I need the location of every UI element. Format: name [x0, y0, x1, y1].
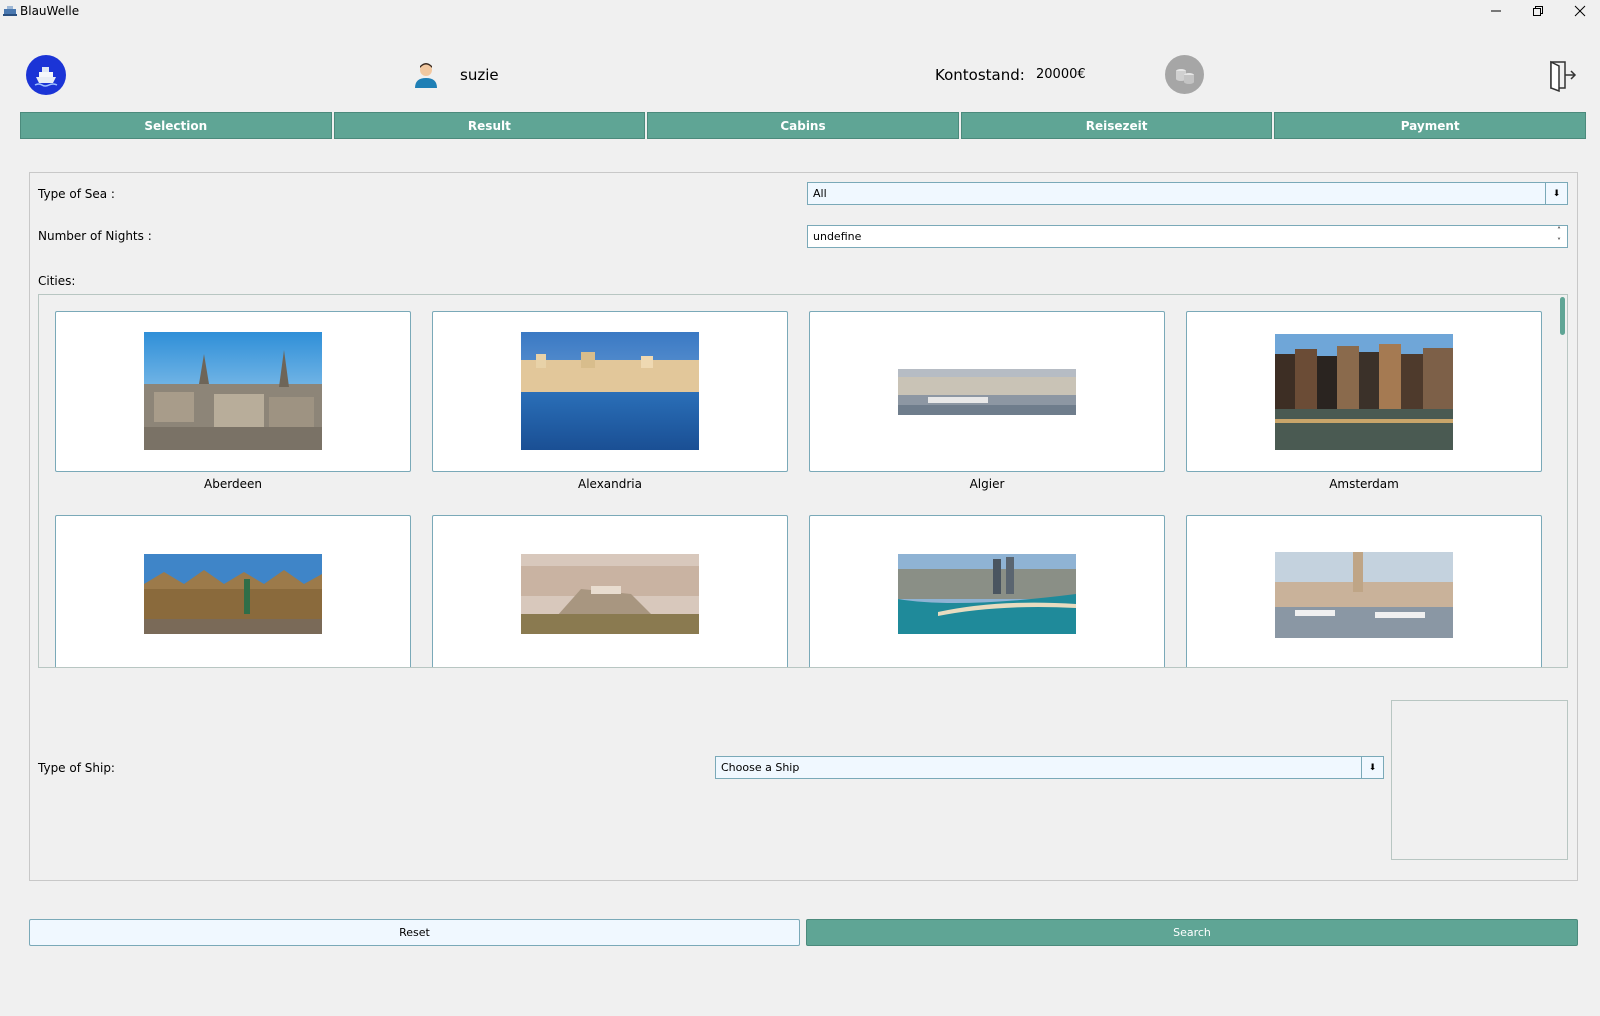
minimize-button[interactable]	[1473, 0, 1519, 22]
ship-preview-image	[1391, 700, 1568, 860]
city-image-algier	[898, 369, 1076, 415]
title-bar: BlauWelle	[0, 0, 1600, 22]
city-name-algier: Algier	[969, 477, 1005, 491]
tab-bar: Selection Result Cabins Reisezeit Paymen…	[20, 112, 1586, 139]
balance-value: 20000€	[1036, 67, 1086, 82]
reset-button[interactable]: Reset	[29, 919, 800, 946]
city-name-aberdeen: Aberdeen	[204, 477, 262, 491]
logout-icon[interactable]	[1543, 58, 1577, 92]
city-image-aberdeen	[144, 332, 322, 450]
scrollbar-thumb[interactable]	[1560, 297, 1565, 335]
city-image-antwerp	[144, 554, 322, 634]
city-card-algier[interactable]	[809, 311, 1165, 472]
city-card-alexandria[interactable]	[432, 311, 788, 472]
city-image-alexandria	[521, 332, 699, 450]
city-card-barcelona-port[interactable]	[1186, 515, 1542, 667]
close-icon	[1574, 5, 1586, 17]
spin-down-icon[interactable]: ˅	[1557, 238, 1561, 246]
dropdown-arrow-icon[interactable]: ⬇	[1545, 183, 1567, 204]
app-ship-icon	[3, 6, 17, 16]
city-name-alexandria: Alexandria	[577, 477, 642, 491]
ship-type-select[interactable]: Choose a Ship ⬇	[715, 756, 1384, 779]
city-image-amsterdam	[1275, 334, 1453, 450]
username: suzie	[460, 66, 499, 84]
nights-value: undefine	[813, 230, 862, 243]
sea-type-value: All	[813, 187, 827, 200]
city-image-barcelona	[898, 554, 1076, 634]
city-card-amsterdam[interactable]	[1186, 311, 1542, 472]
coins-icon[interactable]	[1165, 55, 1204, 94]
tab-result[interactable]: Result	[333, 112, 646, 139]
ship-type-label: Type of Ship:	[38, 761, 115, 775]
balance-label: Kontostand:	[935, 66, 1025, 84]
cities-scrollbar[interactable]	[1557, 295, 1567, 667]
cities-grid: Aberdeen Alexandria Algier Amsterdam	[38, 294, 1568, 668]
city-image-athens	[521, 554, 699, 634]
user-avatar-icon	[415, 63, 437, 88]
ship-type-value: Choose a Ship	[721, 761, 800, 774]
city-card-barcelona[interactable]	[809, 515, 1165, 667]
city-image-port	[1275, 552, 1453, 638]
ship-logo-icon[interactable]	[26, 55, 66, 95]
dropdown-arrow-icon[interactable]: ⬇	[1361, 757, 1383, 778]
city-card-antwerp[interactable]	[55, 515, 411, 667]
restore-button[interactable]	[1515, 0, 1561, 22]
spin-up-icon[interactable]: ˄	[1557, 227, 1561, 235]
nights-spinbox[interactable]: undefine ˄ ˅	[807, 225, 1568, 248]
cities-label: Cities:	[38, 274, 76, 288]
tab-cabins[interactable]: Cabins	[647, 112, 959, 139]
search-button[interactable]: Search	[806, 919, 1578, 946]
minimize-icon	[1491, 10, 1501, 12]
restore-icon	[1533, 6, 1543, 16]
tab-selection[interactable]: Selection	[20, 112, 332, 139]
nights-label: Number of Nights :	[38, 229, 152, 243]
sea-type-label: Type of Sea :	[38, 187, 115, 201]
city-card-aberdeen[interactable]	[55, 311, 411, 472]
sea-type-select[interactable]: All ⬇	[807, 182, 1568, 205]
city-card-athens[interactable]	[432, 515, 788, 667]
close-button[interactable]	[1560, 0, 1600, 22]
selection-panel: Type of Sea : All ⬇ Number of Nights : u…	[29, 172, 1578, 881]
tab-payment[interactable]: Payment	[1274, 112, 1586, 139]
city-name-amsterdam: Amsterdam	[1329, 477, 1399, 491]
tab-reisezeit[interactable]: Reisezeit	[960, 112, 1273, 139]
window-title: BlauWelle	[20, 4, 80, 18]
